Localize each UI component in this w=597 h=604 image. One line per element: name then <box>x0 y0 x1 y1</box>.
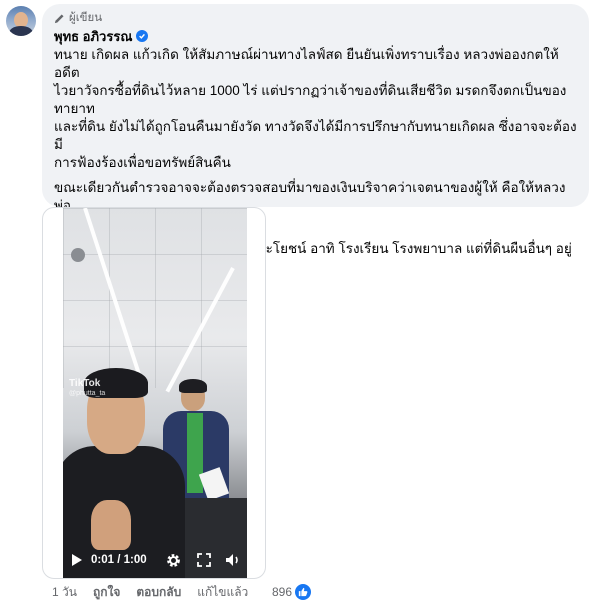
edited-label[interactable]: แก้ไขแล้ว <box>197 583 248 602</box>
pencil-icon <box>54 13 64 23</box>
expand-icon <box>197 553 211 567</box>
tiktok-watermark-user: @phutta_ta <box>69 390 106 397</box>
play-icon <box>72 554 82 566</box>
author-role-label: ผู้เขียน <box>69 12 103 24</box>
ceiling-vent <box>71 248 85 262</box>
like-reaction-icon <box>295 584 312 600</box>
reaction-summary[interactable]: 896 <box>272 584 312 600</box>
video-frame[interactable]: TikTok @phutta_ta 0:01 / 1:00 <box>63 208 247 578</box>
author-name[interactable]: พุทธ อภิวรรณ <box>54 26 132 47</box>
author-name-row: พุทธ อภิวรรณ <box>54 28 577 44</box>
author-avatar[interactable] <box>6 6 36 36</box>
like-link[interactable]: ถูกใจ <box>93 583 120 602</box>
video-controls: 0:01 / 1:00 <box>63 540 247 578</box>
video-time: 0:01 / 1:00 <box>91 554 147 566</box>
volume-button[interactable] <box>219 553 247 567</box>
avatar-body <box>9 26 33 36</box>
reply-link[interactable]: ตอบกลับ <box>136 583 181 602</box>
gear-icon <box>166 553 180 567</box>
comment-time[interactable]: 1 วัน <box>52 583 77 602</box>
tiktok-watermark: TikTok <box>69 378 101 389</box>
verified-badge-icon <box>136 30 149 42</box>
ceiling-grid <box>63 208 247 388</box>
reaction-count: 896 <box>272 585 293 599</box>
video-player[interactable]: TikTok @phutta_ta 0:01 / 1:00 <box>42 207 266 579</box>
author-role: ผู้เขียน <box>54 11 577 25</box>
comment-paragraph-1: ทนาย เกิดผล แก้วเกิด ให้สัมภาษณ์ผ่านทางไ… <box>54 47 577 170</box>
settings-button[interactable] <box>157 552 189 569</box>
volume-icon <box>226 554 238 566</box>
comment-actions: 1 วัน ถูกใจ ตอบกลับ แก้ไขแล้ว <box>52 584 264 600</box>
fullscreen-button[interactable] <box>189 553 219 567</box>
play-button[interactable] <box>63 553 91 567</box>
comment-bubble: ผู้เขียน พุทธ อภิวรรณ ทนาย เกิดผล แก้วเก… <box>42 4 589 274</box>
background-person-hair <box>179 379 207 393</box>
